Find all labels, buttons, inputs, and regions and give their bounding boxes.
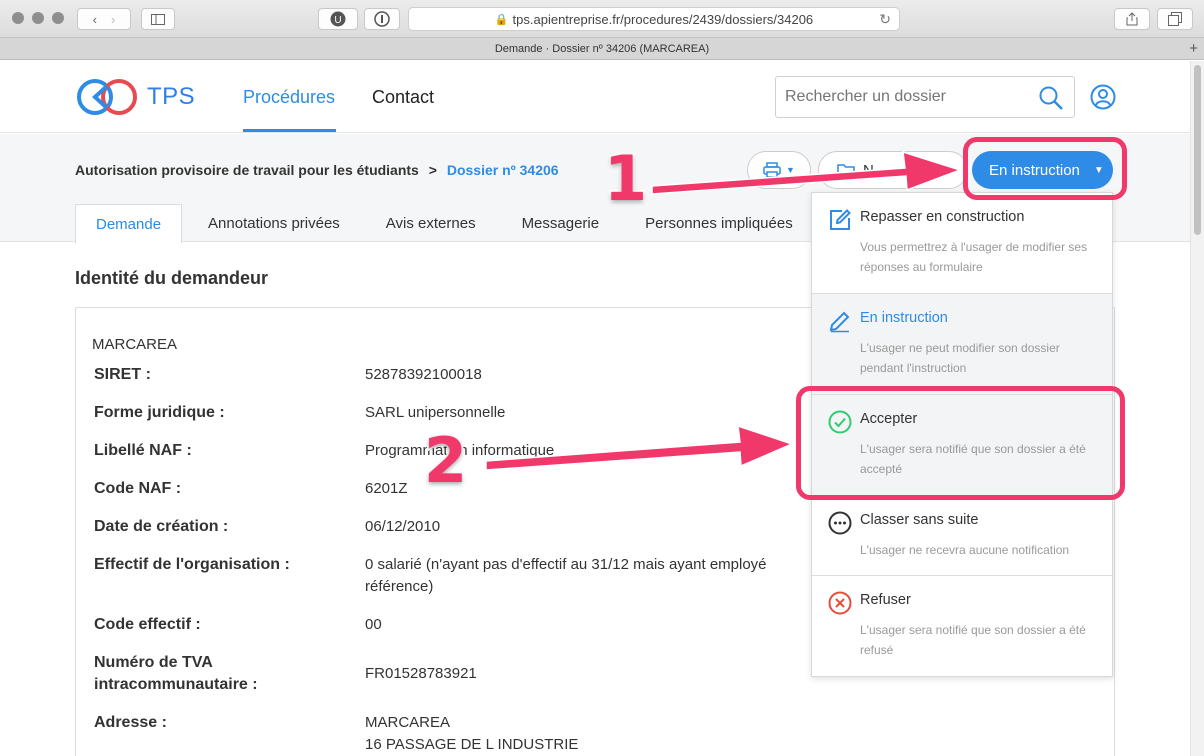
breadcrumb-separator: > bbox=[428, 162, 437, 178]
annotation-highlight-status bbox=[963, 137, 1127, 200]
sidebar-toggle-button[interactable] bbox=[141, 8, 175, 30]
section-title: Identité du demandeur bbox=[75, 268, 269, 288]
ublock-button[interactable]: U bbox=[318, 8, 358, 30]
back-icon[interactable]: ‹ bbox=[93, 12, 97, 27]
field-value: 0 salarié (n'ayant pas d'effectif au 31/… bbox=[365, 556, 767, 573]
nav-active-indicator bbox=[243, 129, 336, 132]
back-forward-buttons[interactable]: ‹ › bbox=[77, 8, 131, 30]
page-scrollbar[interactable] bbox=[1190, 61, 1204, 756]
close-window-button[interactable] bbox=[12, 12, 24, 24]
app-header: TPS Procédures Contact bbox=[0, 61, 1190, 133]
search-icon[interactable] bbox=[1038, 85, 1064, 111]
field-label: Date de création : bbox=[94, 518, 229, 535]
logo-icon bbox=[77, 79, 137, 115]
menu-item-repasser-en-construction[interactable]: Repasser en construction Vous permettrez… bbox=[812, 193, 1112, 294]
chevron-down-icon: ▼ bbox=[786, 165, 795, 175]
search-input[interactable] bbox=[776, 77, 1026, 117]
dots-circle-icon bbox=[828, 511, 852, 535]
menu-item-desc: Vous permettrez à l'usager de modifier s… bbox=[860, 240, 1088, 274]
menu-item-desc: L'usager sera notifié que son dossier a … bbox=[860, 623, 1086, 657]
field-value: MARCAREA bbox=[365, 714, 451, 731]
breadcrumb-dossier[interactable]: Dossier nº 34206 bbox=[447, 162, 559, 178]
field-label: Forme juridique : bbox=[94, 404, 225, 421]
dossier-tabs: Demande Annotations privées Avis externe… bbox=[75, 204, 818, 243]
field-label: Numéro de TVA bbox=[94, 654, 213, 671]
field-label: Code NAF : bbox=[94, 480, 182, 497]
menu-item-en-instruction[interactable]: En instruction L'usager ne peut modifier… bbox=[812, 294, 1112, 395]
user-icon[interactable] bbox=[1090, 84, 1116, 110]
tab-title: Demande · Dossier nº 34206 (MARCAREA) bbox=[494, 42, 710, 55]
print-button[interactable]: ▼ bbox=[747, 151, 811, 189]
tab-demande[interactable]: Demande bbox=[75, 204, 183, 243]
annotation-highlight-accepter bbox=[796, 386, 1125, 500]
tabs-icon bbox=[1168, 12, 1182, 26]
menu-item-title: Classer sans suite bbox=[860, 512, 979, 528]
tab-personnes-impliquees[interactable]: Personnes impliquées bbox=[645, 204, 818, 242]
field-label: Effectif de l'organisation : bbox=[94, 556, 290, 573]
annotation-step-1: 1 bbox=[602, 140, 649, 217]
tabs-overview-button[interactable] bbox=[1157, 8, 1193, 30]
lock-icon: 🔒 bbox=[494, 13, 509, 26]
menu-item-desc: L'usager ne peut modifier son dossier pe… bbox=[860, 341, 1060, 375]
menu-item-title: Repasser en construction bbox=[860, 209, 1025, 225]
minimize-window-button[interactable] bbox=[32, 12, 44, 24]
browser-toolbar: ‹ › U 🔒 tps.apientreprise.fr/procedures/… bbox=[0, 0, 1204, 38]
field-value: 06/12/2010 bbox=[365, 518, 441, 535]
browser-tab[interactable]: Demande · Dossier nº 34206 (MARCAREA) + bbox=[0, 38, 1204, 60]
nav-contact[interactable]: Contact bbox=[372, 87, 434, 108]
folder-icon bbox=[837, 164, 855, 177]
breadcrumb: Autorisation provisoire de travail pour … bbox=[75, 162, 559, 178]
field-label: Adresse : bbox=[94, 714, 167, 731]
menu-item-desc: L'usager ne recevra aucune notification bbox=[860, 543, 1070, 557]
new-tab-icon[interactable]: + bbox=[1189, 40, 1198, 57]
reload-icon[interactable]: ↻ bbox=[879, 11, 891, 28]
field-label: Libellé NAF : bbox=[94, 442, 192, 459]
field-value: 6201Z bbox=[365, 480, 408, 497]
field-label-continued: intracommunautaire : bbox=[94, 676, 258, 693]
field-label: Code effectif : bbox=[94, 616, 201, 633]
x-circle-icon bbox=[828, 591, 852, 615]
field-label: SIRET : bbox=[94, 366, 151, 383]
ublock-icon: U bbox=[330, 11, 346, 27]
edit-icon bbox=[830, 209, 851, 230]
annotation-step-2: 2 bbox=[422, 422, 469, 499]
menu-item-title: En instruction bbox=[860, 310, 948, 326]
share-icon bbox=[1126, 12, 1138, 26]
info-icon bbox=[374, 11, 390, 27]
field-value: FR01528783921 bbox=[365, 665, 477, 682]
field-value: 00 bbox=[365, 616, 382, 633]
forward-icon[interactable]: › bbox=[111, 12, 115, 27]
share-button[interactable] bbox=[1114, 8, 1150, 30]
menu-item-classer-sans-suite[interactable]: Classer sans suite L'usager ne recevra a… bbox=[812, 496, 1112, 576]
tab-annotations-privees[interactable]: Annotations privées bbox=[208, 204, 386, 242]
search-box bbox=[775, 76, 1075, 118]
breadcrumb-procedure[interactable]: Autorisation provisoire de travail pour … bbox=[75, 162, 419, 178]
company-name: MARCAREA bbox=[92, 336, 178, 353]
logo[interactable]: TPS bbox=[75, 77, 195, 117]
field-value: SARL unipersonnelle bbox=[365, 404, 506, 421]
zoom-window-button[interactable] bbox=[52, 12, 64, 24]
pencil-icon bbox=[829, 311, 850, 333]
logo-text: TPS bbox=[147, 83, 196, 110]
menu-item-refuser[interactable]: Refuser L'usager sera notifié que son do… bbox=[812, 576, 1112, 676]
notifications-button-label: N bbox=[863, 161, 874, 179]
field-value-continued: référence) bbox=[365, 578, 434, 595]
svg-text:U: U bbox=[334, 15, 341, 26]
url-text: tps.apientreprise.fr/procedures/2439/dos… bbox=[512, 11, 814, 27]
menu-item-title: Refuser bbox=[860, 592, 911, 608]
nav-procedures[interactable]: Procédures bbox=[243, 87, 335, 108]
scrollbar-thumb[interactable] bbox=[1194, 65, 1201, 235]
tab-avis-externes[interactable]: Avis externes bbox=[386, 204, 522, 242]
field-value: 52878392100018 bbox=[365, 366, 482, 383]
extension-button[interactable] bbox=[364, 8, 400, 30]
address-bar[interactable]: 🔒 tps.apientreprise.fr/procedures/2439/d… bbox=[408, 7, 900, 31]
field-value-continued: 16 PASSAGE DE L INDUSTRIE bbox=[365, 736, 579, 753]
printer-icon bbox=[763, 162, 781, 178]
sidebar-icon bbox=[151, 13, 165, 25]
notifications-button[interactable]: N bbox=[818, 151, 968, 189]
